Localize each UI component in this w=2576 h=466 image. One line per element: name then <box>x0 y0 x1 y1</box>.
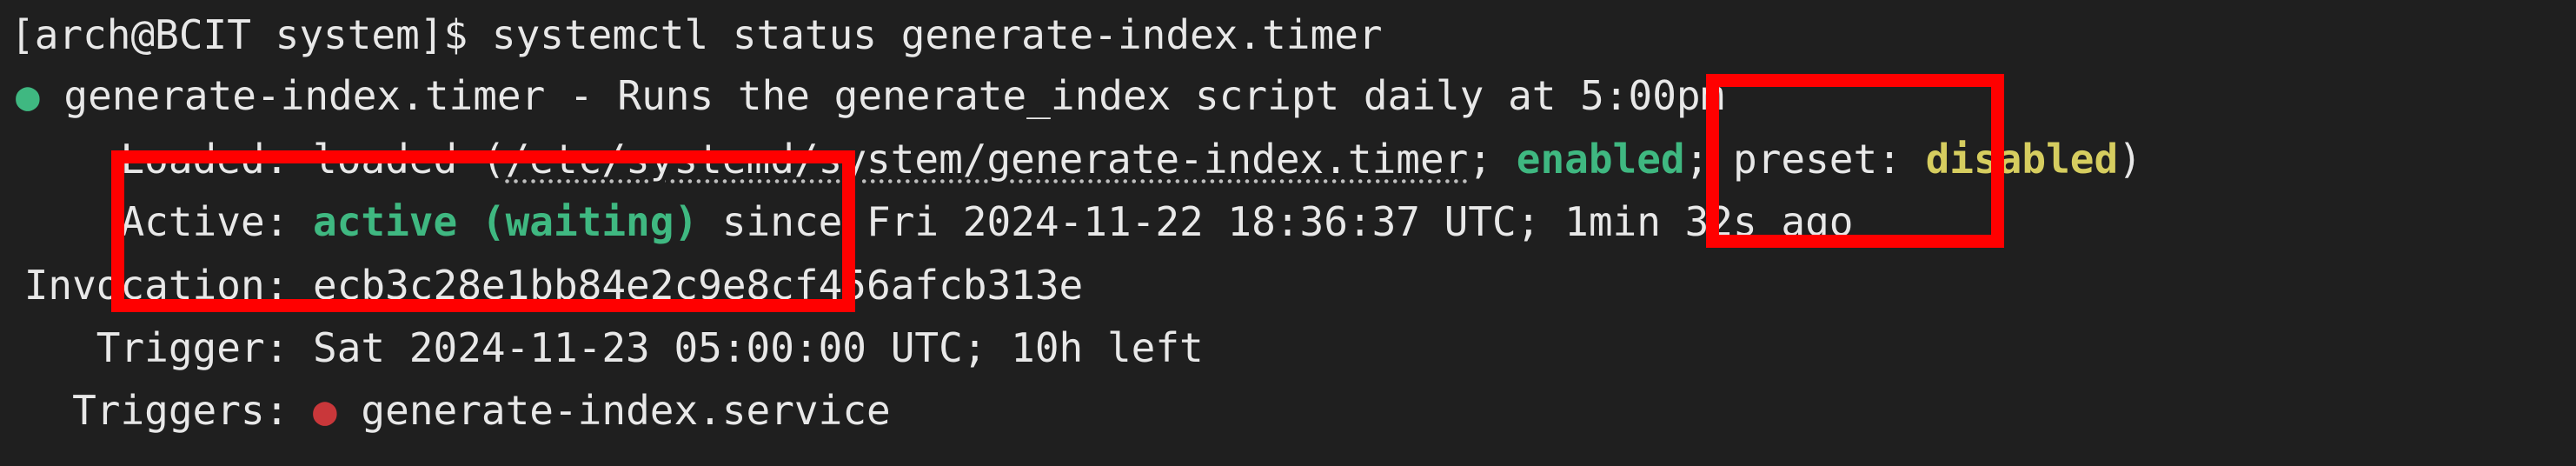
preset-status: disabled <box>1925 136 2119 183</box>
loaded-value-prefix: loaded ( <box>313 136 506 183</box>
triggers-label: Triggers: <box>0 387 314 434</box>
command-text: systemctl status generate-index.timer <box>491 11 1383 58</box>
invocation-id: ecb3c28e1bb84e2c9e8cf456afcb313e <box>313 262 1084 309</box>
unit-line: ● generate-index.timer - Runs the genera… <box>16 64 1724 127</box>
active-label: Active: <box>0 198 314 245</box>
invocation-line: Invocation: ecb3c28e1bb84e2c9e8cf456afcb… <box>0 254 1084 316</box>
trigger-time: Sat 2024-11-23 05:00:00 UTC; 10h left <box>313 324 1204 371</box>
unit-file-path: /etc/systemd/system/generate-index.timer <box>505 136 1469 183</box>
enabled-status: enabled <box>1516 136 1685 183</box>
active-status: active (waiting) <box>313 198 699 245</box>
triggers-line: Triggers: ● generate-index.service <box>0 379 891 442</box>
unit-description: generate-index.timer - Runs the generate… <box>63 72 1725 119</box>
invocation-label: Invocation: <box>0 262 314 309</box>
loaded-separator: ; <box>1468 136 1517 183</box>
trigger-label: Trigger: <box>0 324 314 371</box>
active-line: Active: active (waiting) since Fri 2024-… <box>0 190 1853 253</box>
shell-prompt: [arch@BCIT system]$ <box>10 11 492 58</box>
preset-label: ; preset: <box>1684 136 1926 183</box>
trigger-line: Trigger: Sat 2024-11-23 05:00:00 UTC; 10… <box>0 316 1204 379</box>
loaded-label: Loaded: <box>0 136 314 183</box>
loaded-suffix: ) <box>2118 136 2142 183</box>
loaded-line: Loaded: loaded (/etc/systemd/system/gene… <box>0 128 2142 190</box>
active-since: since Fri 2024-11-22 18:36:37 UTC; 1min … <box>698 198 1854 245</box>
command-line: [arch@BCIT system]$ systemctl status gen… <box>10 3 1383 66</box>
triggered-service: generate-index.service <box>336 387 891 434</box>
service-dot-icon: ● <box>313 387 337 434</box>
status-dot-icon: ● <box>16 72 40 119</box>
terminal-window[interactable]: [arch@BCIT system]$ systemctl status gen… <box>0 0 2576 466</box>
